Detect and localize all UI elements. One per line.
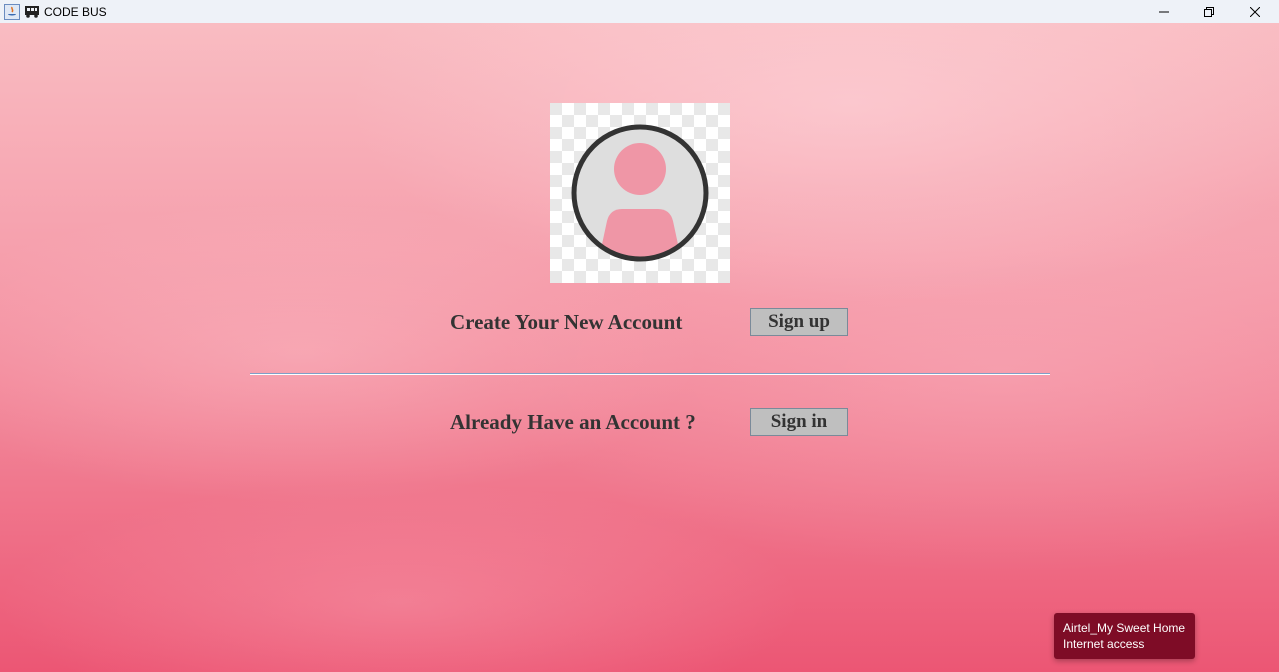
close-icon bbox=[1250, 6, 1260, 17]
restore-button[interactable] bbox=[1186, 0, 1232, 23]
minimize-button[interactable] bbox=[1141, 0, 1187, 23]
main-panel: Create Your New Account Sign up Already … bbox=[0, 23, 1279, 672]
bus-icon bbox=[25, 5, 39, 18]
have-account-label: Already Have an Account ? bbox=[450, 410, 696, 434]
create-account-label: Create Your New Account bbox=[450, 310, 683, 334]
network-status: Internet access bbox=[1063, 637, 1145, 651]
sign-in-button[interactable]: Sign in bbox=[750, 408, 848, 436]
window-title: CODE BUS bbox=[44, 4, 107, 19]
minimize-icon bbox=[1159, 11, 1169, 12]
user-avatar-icon bbox=[550, 103, 730, 283]
title-bar: CODE BUS bbox=[0, 0, 1279, 23]
restore-icon bbox=[1204, 6, 1214, 17]
divider bbox=[250, 373, 1050, 375]
sign-up-button[interactable]: Sign up bbox=[750, 308, 848, 336]
network-tooltip: Airtel_My Sweet Home Internet access bbox=[1054, 613, 1195, 659]
network-name: Airtel_My Sweet Home bbox=[1063, 621, 1186, 635]
close-button[interactable] bbox=[1232, 0, 1278, 23]
java-icon bbox=[4, 3, 20, 20]
